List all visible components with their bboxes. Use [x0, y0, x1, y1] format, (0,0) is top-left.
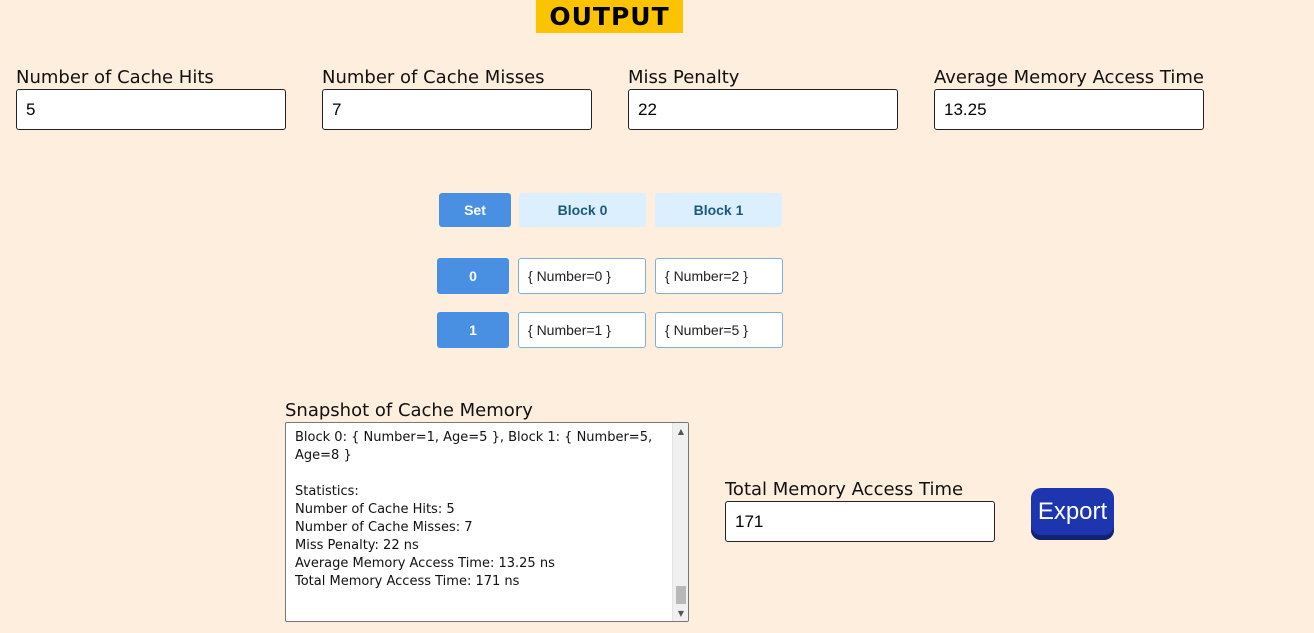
cache-misses-label: Number of Cache Misses	[322, 67, 545, 88]
miss-penalty-field[interactable]: 22	[628, 89, 898, 130]
snapshot-scrollbar[interactable]: ▲ ▼	[672, 423, 688, 621]
scroll-up-arrow-icon[interactable]: ▲	[673, 423, 688, 439]
block-0-header: Block 0	[519, 193, 646, 227]
miss-penalty-label: Miss Penalty	[628, 67, 740, 88]
total-time-field[interactable]: 171	[725, 501, 995, 542]
snapshot-textarea[interactable]: Cache Set 1: Block 0: { Number=1, Age=5 …	[285, 422, 689, 622]
set-0-label: 0	[437, 258, 509, 294]
cache-hits-label: Number of Cache Hits	[16, 67, 214, 88]
scroll-thumb[interactable]	[676, 586, 686, 604]
set-0-block-0-cell: { Number=0 }	[518, 258, 646, 294]
set-1-block-0-cell: { Number=1 }	[518, 312, 646, 348]
scroll-down-arrow-icon[interactable]: ▼	[673, 605, 688, 621]
snapshot-text: Cache Set 1: Block 0: { Number=1, Age=5 …	[295, 423, 653, 589]
cache-hits-field[interactable]: 5	[16, 89, 286, 130]
amat-field[interactable]: 13.25	[934, 89, 1204, 130]
amat-label: Average Memory Access Time	[934, 67, 1204, 88]
output-title: OUTPUT	[536, 0, 683, 33]
cache-misses-field[interactable]: 7	[322, 89, 592, 130]
set-1-block-1-cell: { Number=5 }	[655, 312, 783, 348]
set-header: Set	[439, 193, 511, 227]
set-0-block-1-cell: { Number=2 }	[655, 258, 783, 294]
set-1-label: 1	[437, 312, 509, 348]
export-button[interactable]: Export	[1031, 488, 1114, 540]
snapshot-label: Snapshot of Cache Memory	[285, 400, 533, 421]
total-time-label: Total Memory Access Time	[725, 479, 964, 500]
block-1-header: Block 1	[655, 193, 782, 227]
